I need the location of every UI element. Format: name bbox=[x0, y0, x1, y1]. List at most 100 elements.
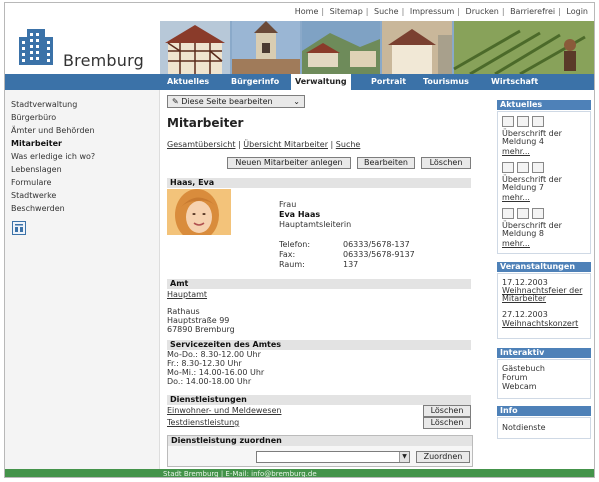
person-salutation: Frau bbox=[279, 200, 297, 209]
amt-address-line: Rathaus bbox=[167, 307, 200, 316]
page-title: Mitarbeiter bbox=[167, 116, 244, 130]
utility-nav: Home | Sitemap | Suche | Impressum | Drucken… bbox=[294, 7, 588, 16]
mainnav-verwaltung[interactable]: Verwaltung bbox=[291, 74, 351, 90]
person-name: Eva Haas bbox=[279, 210, 321, 219]
city-logo-icon bbox=[19, 29, 53, 65]
mainnav-portrait[interactable]: Portrait bbox=[371, 74, 406, 90]
logo-area[interactable]: Bremburg bbox=[5, 21, 160, 74]
veranstaltungen-header: Veranstaltungen bbox=[497, 262, 591, 272]
assign-service-box: Dienstleistung zuordnen ▼ Zuordnen bbox=[167, 435, 473, 467]
amt-header: Amt bbox=[167, 279, 471, 289]
news-more-link[interactable]: mehr... bbox=[502, 147, 530, 156]
person-header: Haas, Eva bbox=[167, 178, 471, 188]
copy-icon[interactable] bbox=[517, 116, 529, 127]
info-box: Notdienste bbox=[497, 417, 591, 439]
event-link[interactable]: Weihnachtsfeier der Mitarbeiter bbox=[502, 287, 590, 303]
sidebar-item-buergerbuero[interactable]: Bürgerbüro bbox=[11, 113, 56, 122]
sidebar-item-mitarbeiter[interactable]: Mitarbeiter bbox=[11, 139, 62, 148]
amt-link[interactable]: Hauptamt bbox=[167, 290, 207, 299]
edit-icon[interactable] bbox=[502, 162, 514, 173]
main-content: ✎ Diese Seite bearbeiten ⌄ Mitarbeiter G… bbox=[163, 90, 493, 475]
folder-icon[interactable] bbox=[532, 208, 544, 219]
service-select[interactable]: ▼ bbox=[256, 451, 410, 463]
sidebar-item-stadtverwaltung[interactable]: Stadtverwaltung bbox=[11, 100, 77, 109]
fax-value: 06333/5678-9137 bbox=[343, 250, 415, 259]
aktuelles-header: Aktuelles bbox=[497, 100, 591, 110]
folder-icon[interactable] bbox=[532, 162, 544, 173]
topnav-impressum[interactable]: Impressum bbox=[410, 7, 454, 16]
main-nav: Aktuelles Bürgerinfo Verwaltung Portrait… bbox=[5, 74, 594, 90]
interaktiv-item[interactable]: Gästebuch bbox=[502, 364, 545, 373]
topnav-suche[interactable]: Suche bbox=[374, 7, 399, 16]
edit-icon[interactable] bbox=[502, 208, 514, 219]
content-links: Gesamtübersicht | Übersicht Mitarbeiter … bbox=[167, 140, 361, 149]
room-label: Raum: bbox=[279, 260, 305, 269]
topnav-barrierefrei[interactable]: Barrierefrei bbox=[510, 7, 555, 16]
browser-page: Home | Sitemap | Suche | Impressum | Drucken… bbox=[4, 2, 595, 478]
chevron-down-icon: ⌄ bbox=[293, 97, 300, 106]
service-item-link[interactable]: Testdienstleistung bbox=[167, 418, 239, 427]
fax-label: Fax: bbox=[279, 250, 296, 259]
employee-photo bbox=[167, 189, 231, 235]
new-employee-button[interactable]: Neuen Mitarbeiter anlegen bbox=[227, 157, 351, 169]
topnav-sitemap[interactable]: Sitemap bbox=[330, 7, 363, 16]
link-suche[interactable]: Suche bbox=[336, 140, 361, 149]
person-role: Hauptamtsleiterin bbox=[279, 220, 352, 229]
edit-icon[interactable] bbox=[502, 116, 514, 127]
header-photos bbox=[160, 21, 594, 74]
service-hours-line: Mo-Mi.: 14.00-16.00 Uhr bbox=[167, 368, 265, 377]
footer: Stadt Bremburg | E-Mail: info@bremburg.d… bbox=[5, 469, 594, 478]
copy-icon[interactable] bbox=[517, 208, 529, 219]
service-hours-line: Fr.: 8.30-12.30 Uhr bbox=[167, 359, 242, 368]
edit-navigation-icon[interactable] bbox=[12, 221, 26, 235]
assign-button[interactable]: Zuordnen bbox=[416, 451, 470, 463]
link-gesamtuebersicht[interactable]: Gesamtübersicht bbox=[167, 140, 235, 149]
amt-address-line: Hauptstraße 99 bbox=[167, 316, 230, 325]
edit-page-button[interactable]: ✎ Diese Seite bearbeiten ⌄ bbox=[167, 95, 305, 108]
topnav-drucken[interactable]: Drucken bbox=[466, 7, 499, 16]
delete-service-button[interactable]: Löschen bbox=[423, 417, 471, 429]
service-item-link[interactable]: Einwohner- und Meldewesen bbox=[167, 406, 282, 415]
news-more-link[interactable]: mehr... bbox=[502, 239, 530, 248]
news-title: Überschrift der Meldung 8 bbox=[502, 221, 562, 238]
delete-service-button[interactable]: Löschen bbox=[423, 405, 471, 417]
mainnav-wirtschaft[interactable]: Wirtschaft bbox=[491, 74, 538, 90]
link-uebersicht-mitarbeiter[interactable]: Übersicht Mitarbeiter bbox=[243, 140, 328, 149]
topnav-home[interactable]: Home bbox=[295, 7, 319, 16]
sidebar-item-aemter[interactable]: Ämter und Behörden bbox=[11, 126, 95, 135]
news-more-link[interactable]: mehr... bbox=[502, 193, 530, 202]
right-sidebar: Aktuelles Überschrift der Meldung 4 mehr… bbox=[495, 90, 594, 475]
interaktiv-item[interactable]: Forum bbox=[502, 373, 527, 382]
event-link[interactable]: Weihnachtskonzert bbox=[502, 319, 578, 328]
topnav-login[interactable]: Login bbox=[566, 7, 588, 16]
left-sidebar: Stadtverwaltung Bürgerbüro Ämter und Beh… bbox=[5, 90, 160, 475]
sidebar-item-lebenslagen[interactable]: Lebenslagen bbox=[11, 165, 62, 174]
pencil-icon: ✎ bbox=[172, 97, 182, 106]
veranstaltungen-box: 17.12.2003 Weihnachtsfeier der Mitarbeit… bbox=[497, 273, 591, 339]
interaktiv-item[interactable]: Webcam bbox=[502, 382, 537, 391]
delete-button[interactable]: Löschen bbox=[421, 157, 471, 169]
folder-icon[interactable] bbox=[532, 116, 544, 127]
sidebar-item-formulare[interactable]: Formulare bbox=[11, 178, 51, 187]
chevron-down-icon[interactable]: ▼ bbox=[399, 452, 409, 462]
interaktiv-box: Gästebuch Forum Webcam bbox=[497, 359, 591, 399]
edit-page-label: Diese Seite bearbeiten bbox=[181, 97, 273, 106]
sidebar-item-stadtwerke[interactable]: Stadtwerke bbox=[11, 191, 56, 200]
mainnav-tourismus[interactable]: Tourismus bbox=[423, 74, 469, 90]
edit-button[interactable]: Bearbeiten bbox=[357, 157, 415, 169]
copy-icon[interactable] bbox=[517, 162, 529, 173]
info-item[interactable]: Notdienste bbox=[502, 423, 546, 432]
brand-name: Bremburg bbox=[63, 51, 144, 70]
assign-header: Dienstleistung zuordnen bbox=[168, 436, 472, 446]
mainnav-aktuelles[interactable]: Aktuelles bbox=[167, 74, 209, 90]
service-hours-line: Mo-Do.: 8.30-12.00 Uhr bbox=[167, 350, 261, 359]
aktuelles-box: Überschrift der Meldung 4 mehr... Übersc… bbox=[497, 111, 591, 254]
news-title: Überschrift der Meldung 4 bbox=[502, 129, 562, 146]
interaktiv-header: Interaktiv bbox=[497, 348, 591, 358]
sidebar-item-was-erledige[interactable]: Was erledige ich wo? bbox=[11, 152, 95, 161]
footer-text: Stadt Bremburg | E-Mail: info@bremburg.d… bbox=[163, 470, 317, 478]
amt-address-line: 67890 Bremburg bbox=[167, 325, 235, 334]
sidebar-item-beschwerden[interactable]: Beschwerden bbox=[11, 204, 65, 213]
mainnav-buergerinfo[interactable]: Bürgerinfo bbox=[231, 74, 279, 90]
service-hours-line: Do.: 14.00-18.00 Uhr bbox=[167, 377, 252, 386]
